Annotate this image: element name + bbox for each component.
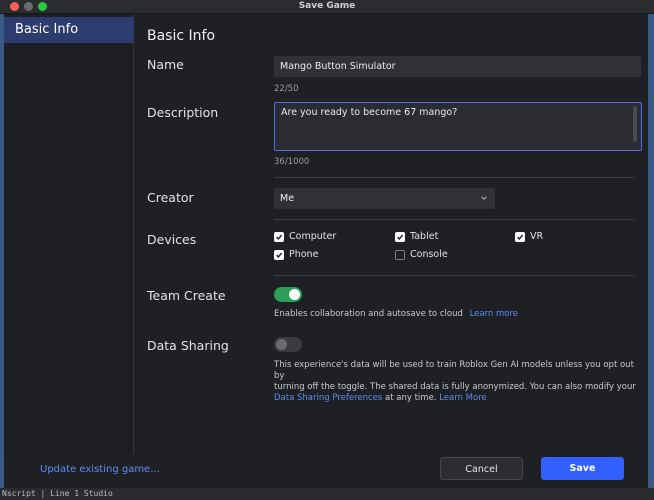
data-sharing-toggle[interactable] xyxy=(274,337,302,352)
sidebar-item-basic-info[interactable]: Basic Info xyxy=(4,17,134,43)
checkmark-icon xyxy=(274,231,284,242)
device-checkbox-phone[interactable]: Phone xyxy=(274,249,318,260)
device-checkbox-tablet[interactable]: Tablet xyxy=(395,231,438,242)
checkmark-icon xyxy=(395,231,405,242)
description-label: Description xyxy=(147,105,219,120)
cancel-button[interactable]: Cancel xyxy=(440,457,523,480)
toggle-knob xyxy=(276,339,287,350)
data-sharing-help-tail: at any time. xyxy=(382,393,440,403)
description-input[interactable]: Are you ready to become 67 mango? xyxy=(274,102,642,151)
chevron-down-icon xyxy=(481,196,487,200)
name-input[interactable]: Mango Button Simulator xyxy=(274,56,641,77)
divider xyxy=(274,219,635,220)
team-create-help: Enables collaboration and autosave to cl… xyxy=(274,309,634,320)
description-counter: 36/1000 xyxy=(274,157,310,167)
creator-label: Creator xyxy=(147,190,194,205)
data-sharing-label: Data Sharing xyxy=(147,338,229,353)
data-sharing-learn-more-link[interactable]: Learn More xyxy=(439,393,487,403)
devices-label: Devices xyxy=(147,232,197,247)
checkmark-icon xyxy=(274,249,284,260)
data-sharing-help-line: This experience's data will be used to t… xyxy=(274,360,634,381)
device-checkbox-computer[interactable]: Computer xyxy=(274,231,336,242)
background-app-edge xyxy=(648,14,654,500)
creator-dropdown[interactable]: Me xyxy=(274,188,495,209)
checkbox-empty-icon xyxy=(395,249,405,260)
device-label: VR xyxy=(530,231,544,242)
name-label: Name xyxy=(147,57,184,72)
device-label: Phone xyxy=(289,249,319,260)
update-existing-game-link[interactable]: Update existing game... xyxy=(40,464,160,475)
device-checkbox-vr[interactable]: VR xyxy=(515,231,543,242)
basic-info-panel: Basic Info Name Mango Button Simulator 2… xyxy=(134,14,648,454)
description-text: Are you ready to become 67 mango? xyxy=(281,107,458,118)
data-sharing-preferences-link[interactable]: Data Sharing Preferences xyxy=(274,393,382,403)
device-checkbox-console[interactable]: Console xyxy=(395,249,448,260)
save-button[interactable]: Save xyxy=(541,457,624,480)
window-titlebar: Save Game xyxy=(0,0,654,14)
data-sharing-help-line: turning off the toggle. The shared data … xyxy=(274,382,636,392)
toggle-knob xyxy=(289,289,300,300)
creator-selected-value: Me xyxy=(280,193,295,204)
save-game-dialog: Basic Info Basic Info Name Mango Button … xyxy=(4,14,648,488)
section-title: Basic Info xyxy=(147,28,216,44)
divider xyxy=(274,275,635,276)
description-scrollbar[interactable] xyxy=(633,106,637,142)
device-label: Tablet xyxy=(410,231,439,242)
device-label: Computer xyxy=(289,231,337,242)
background-status-text: Nscript | Line 1 Studio xyxy=(2,489,113,498)
team-create-label: Team Create xyxy=(147,288,226,303)
team-create-learn-more-link[interactable]: Learn more xyxy=(470,309,518,319)
divider xyxy=(274,177,635,178)
team-create-toggle[interactable] xyxy=(274,287,302,302)
window-title: Save Game xyxy=(298,1,356,11)
name-counter: 22/50 xyxy=(274,84,299,94)
checkmark-icon xyxy=(515,231,525,242)
sidebar: Basic Info xyxy=(4,14,134,454)
dialog-footer: Update existing game... Cancel Save xyxy=(4,454,648,488)
team-create-help-text: Enables collaboration and autosave to cl… xyxy=(274,309,463,319)
device-label: Console xyxy=(410,249,448,260)
data-sharing-help: This experience's data will be used to t… xyxy=(274,360,642,404)
